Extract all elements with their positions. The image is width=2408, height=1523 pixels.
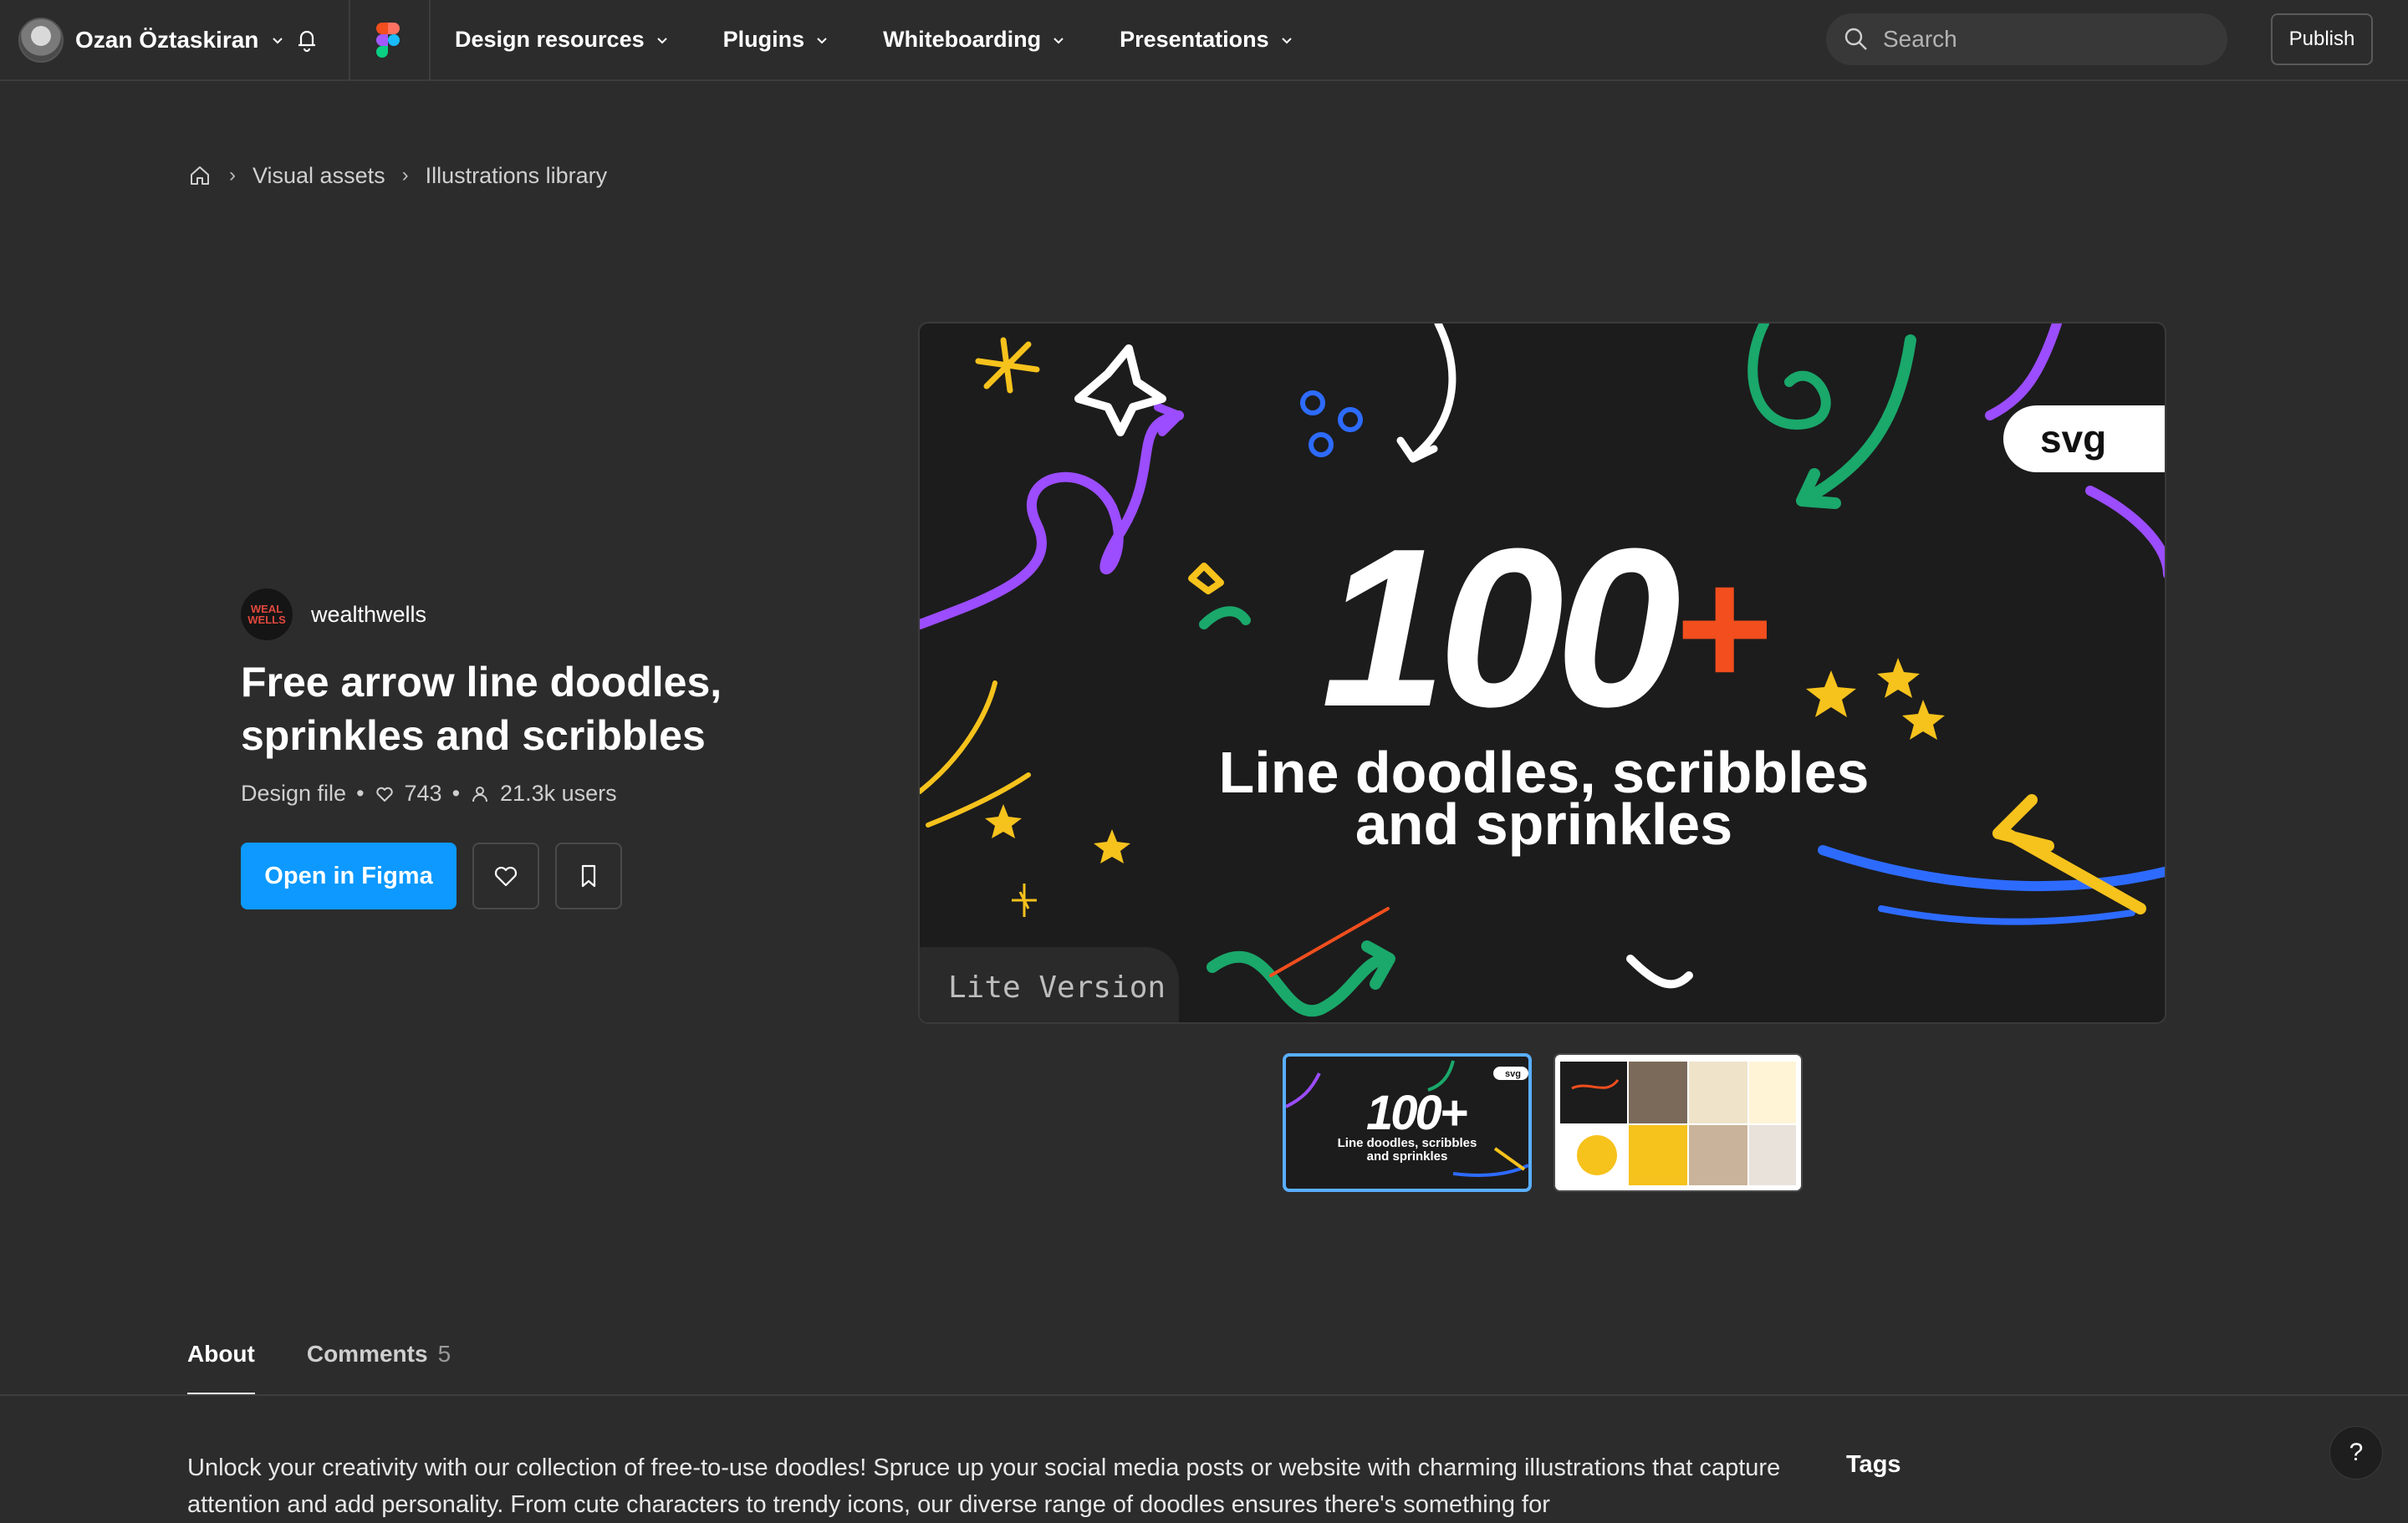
divider <box>349 0 350 79</box>
resource-type: Design file <box>241 781 347 806</box>
tags-heading: Tags <box>1846 1451 1901 1478</box>
figma-logo-icon[interactable] <box>376 23 400 58</box>
resource-title: Free arrow line doodles, sprinkles and s… <box>241 659 722 759</box>
preview-headline-line2: and sprinkles <box>1354 792 1733 857</box>
thumbnail-badge-text: svg <box>1505 1069 1521 1079</box>
thumbnail-1[interactable]: svg 100+ Line doodles, scribbles and spri… <box>1283 1053 1532 1192</box>
thumbnail-big-number: 100+ <box>1366 1086 1468 1140</box>
tab-comments[interactable]: Comments 5 <box>307 1329 451 1396</box>
nav-label: Design resources <box>455 27 645 52</box>
tab-label: About <box>187 1341 255 1367</box>
user-menu[interactable]: Ozan Öztaskiran <box>18 18 285 63</box>
like-count: 743 <box>404 781 442 806</box>
thumbnail-caption-line2: and sprinkles <box>1366 1149 1448 1164</box>
nav-label: Presentations <box>1120 27 1269 52</box>
lite-version-badge: Lite Version <box>920 947 1179 1022</box>
chevron-down-icon <box>656 37 667 43</box>
resource-meta: Design file • 743 • 21.3k users <box>241 781 617 807</box>
chevron-down-icon <box>1054 37 1064 43</box>
author[interactable]: WEAL WELLS wealthwells <box>241 588 426 640</box>
about-text: Unlock your creativity with our collecti… <box>187 1454 1781 1518</box>
thumbnail-caption-line1: Line doodles, scribbles <box>1337 1136 1477 1150</box>
help-button[interactable]: ? <box>2329 1426 2383 1480</box>
search-box[interactable] <box>1826 13 2227 65</box>
search-icon <box>1844 28 1867 50</box>
thumbnail-caption: Line doodles, scribbles and sprinkles <box>1286 1137 1528 1164</box>
breadcrumb-separator-icon: › <box>229 164 236 186</box>
thumbnail-gallery <box>1560 1062 1796 1185</box>
top-bar: Ozan Öztaskiran Design resources Plugins… <box>0 0 2408 81</box>
bookmark-icon <box>581 864 596 888</box>
author-name[interactable]: wealthwells <box>311 602 426 628</box>
tabs: About Comments 5 <box>187 1329 451 1396</box>
like-button[interactable] <box>472 843 539 909</box>
svg-badge: svg <box>2003 405 2165 472</box>
user-name: Ozan Öztaskiran <box>75 27 259 53</box>
nav-label: Plugins <box>722 27 805 52</box>
home-icon[interactable] <box>187 163 212 188</box>
nav-whiteboarding[interactable]: Whiteboarding <box>883 27 1066 53</box>
author-avatar: WEAL WELLS <box>241 588 293 640</box>
breadcrumb-illustrations-library[interactable]: Illustrations library <box>426 163 608 189</box>
meta-dot: • <box>452 781 461 806</box>
tab-about[interactable]: About <box>187 1329 255 1396</box>
nav-design-resources[interactable]: Design resources <box>455 27 670 53</box>
chevron-down-icon <box>273 38 283 44</box>
open-in-figma-button[interactable]: Open in Figma <box>241 843 457 909</box>
chevron-down-icon <box>1281 37 1292 43</box>
heart-icon <box>375 787 393 802</box>
nav-plugins[interactable]: Plugins <box>723 27 830 53</box>
tabs-divider <box>0 1394 2408 1396</box>
preview-image: 100+ Line doodles, scribbles and sprinkl… <box>918 322 2166 1024</box>
tab-label: Comments <box>306 1341 428 1367</box>
breadcrumb-visual-assets[interactable]: Visual assets <box>253 163 385 189</box>
publish-button[interactable]: Publish <box>2271 13 2373 65</box>
meta-dot: • <box>356 781 365 806</box>
main-nav: Design resources Plugins Whiteboarding P… <box>455 0 1348 79</box>
preview-big-number: 100+ <box>1321 502 1770 754</box>
thumbnail-2[interactable] <box>1553 1053 1803 1192</box>
nav-presentations[interactable]: Presentations <box>1120 27 1294 53</box>
bell-icon[interactable] <box>293 25 321 53</box>
chevron-down-icon <box>817 37 827 43</box>
search-input[interactable] <box>1881 25 2202 53</box>
heart-icon <box>494 866 518 887</box>
plus-sign: + <box>1672 535 1770 721</box>
bookmark-button[interactable] <box>555 843 622 909</box>
comment-count: 5 <box>437 1341 452 1367</box>
user-icon <box>472 786 488 802</box>
user-count: 21.3k users <box>500 781 617 806</box>
divider <box>429 0 431 79</box>
breadcrumb: › Visual assets › Illustrations library <box>187 159 607 192</box>
user-avatar <box>18 18 64 63</box>
nav-label: Whiteboarding <box>883 27 1042 52</box>
breadcrumb-separator-icon: › <box>401 164 409 186</box>
